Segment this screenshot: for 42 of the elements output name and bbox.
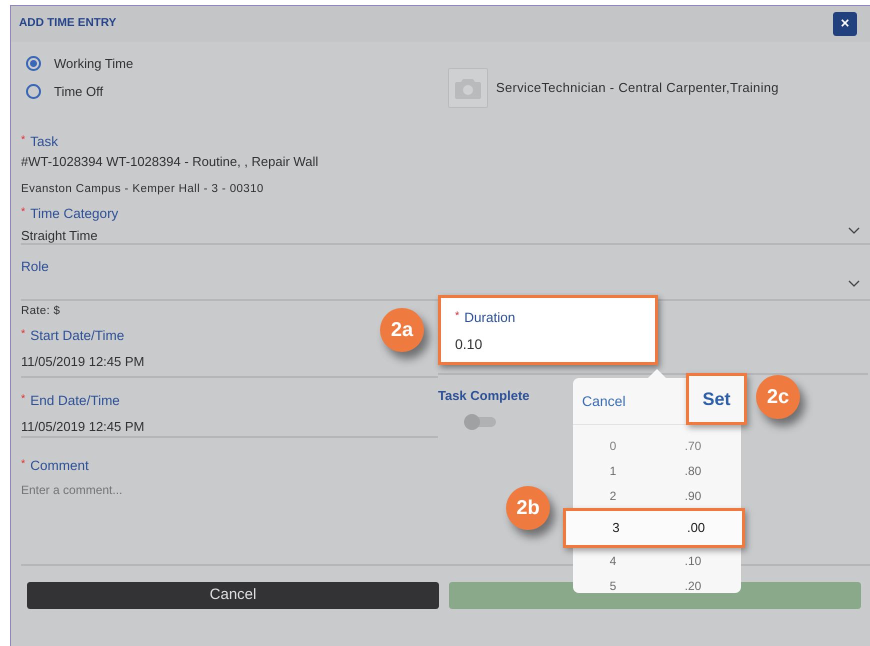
task-complete-label: Task Complete	[438, 387, 530, 405]
chevron-icon	[848, 280, 860, 288]
comment-field[interactable]: Enter a comment...	[21, 480, 401, 498]
required-mark: *	[21, 328, 26, 340]
picker-row[interactable]: 0 .70	[573, 433, 741, 458]
role-label: Role	[21, 259, 49, 274]
dialog-title: ADD TIME ENTRY	[19, 16, 116, 32]
rate-text: Rate: $	[21, 304, 62, 319]
duration-label: Duration	[464, 310, 516, 325]
task-value: #WT-1028394 WT-1028394 - Routine, , Repair Wall	[21, 153, 320, 172]
task-label: Task	[30, 134, 58, 149]
picker-row[interactable]: 5 .20	[573, 573, 741, 598]
chevron-icon	[848, 227, 860, 235]
date-value: 11/05/2019 12:45 PM	[21, 352, 146, 370]
task-complete-toggle[interactable]	[464, 414, 498, 430]
task-location: Evanston Campus - Kemper Hall - 3 - 00310	[21, 182, 265, 197]
picker-row[interactable]: 2 .90	[573, 483, 741, 508]
date-value: 11/05/2019 12:45 PM	[21, 418, 146, 436]
picker-cancel-button[interactable]: Cancel	[582, 390, 626, 412]
end-date-field[interactable]: * End Date/Time 11/05/2019 12:45 PM	[21, 378, 438, 438]
close-button[interactable]: ×	[833, 12, 857, 36]
required-mark: *	[455, 310, 460, 322]
picker-row[interactable]: 4 .10	[573, 548, 741, 573]
start-date-label: Start Date/Time	[30, 328, 124, 344]
cancel-button[interactable]: Cancel	[27, 582, 439, 608]
time-category-select[interactable]: * Time Category Straight Time	[21, 198, 870, 245]
radio-option[interactable]: Time Off	[26, 82, 448, 101]
comment-label: Comment	[30, 458, 89, 474]
required-mark: *	[21, 206, 26, 218]
radio-option[interactable]: Working Time	[26, 54, 448, 74]
duration-value: 0.10	[455, 335, 484, 354]
selected-picker-row[interactable]: 3 .00	[563, 508, 745, 548]
set-button[interactable]: Set	[686, 373, 747, 425]
picker-row[interactable]: 1 .80	[573, 458, 741, 483]
required-mark: *	[21, 393, 26, 406]
duration-field[interactable]: * Duration 0.10	[438, 295, 658, 365]
technician-name: ServiceTechnician - Central Carpenter,Training	[496, 79, 779, 97]
required-mark: *	[21, 134, 26, 146]
required-mark: *	[21, 458, 26, 470]
time-category-value: Straight Time	[21, 228, 98, 244]
time-category-label: Time Category	[30, 206, 118, 221]
end-date-label: End Date/Time	[30, 393, 120, 408]
